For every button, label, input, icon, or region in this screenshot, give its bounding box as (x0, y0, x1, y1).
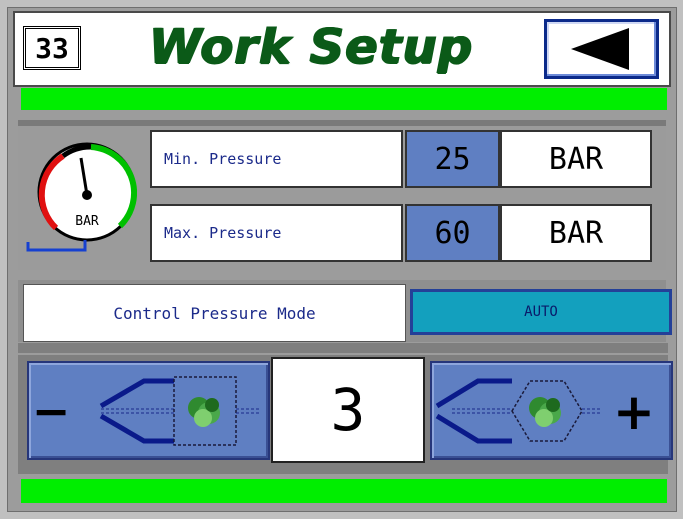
divider-bottom (18, 465, 668, 474)
plus-sign: + (613, 383, 655, 441)
stepper-value: 3 (271, 357, 425, 463)
gripper-close-plus-icon: + (435, 378, 655, 444)
max-pressure-label: Max. Pressure (150, 204, 403, 262)
minus-sign: − (32, 384, 71, 438)
control-pressure-mode-label: Control Pressure Mode (23, 284, 406, 342)
decrease-button[interactable]: − (27, 361, 270, 460)
min-pressure-value[interactable]: 25 (405, 130, 500, 188)
back-button[interactable] (544, 19, 659, 79)
gauge-unit-label: BAR (75, 214, 99, 229)
status-bar-top (21, 88, 667, 110)
control-pressure-mode-button[interactable]: AUTO (410, 289, 672, 335)
min-pressure-label: Min. Pressure (150, 130, 403, 188)
screen: 33 Work Setup BAR Min. Pressure 25 BAR M… (0, 0, 683, 519)
page-number: 33 (23, 26, 81, 70)
max-pressure-value[interactable]: 60 (405, 204, 500, 262)
min-pressure-unit: BAR (500, 130, 652, 188)
gripper-open-minus-icon: − (32, 376, 261, 446)
status-bar-bottom (21, 479, 667, 503)
header: 33 Work Setup (13, 11, 671, 87)
divider (18, 343, 668, 353)
max-pressure-unit: BAR (500, 204, 652, 262)
increase-button[interactable]: + (430, 361, 673, 460)
pressure-gauge-icon: BAR (26, 142, 137, 252)
triangle-left-icon (570, 28, 629, 70)
page-title: Work Setup (149, 19, 474, 75)
